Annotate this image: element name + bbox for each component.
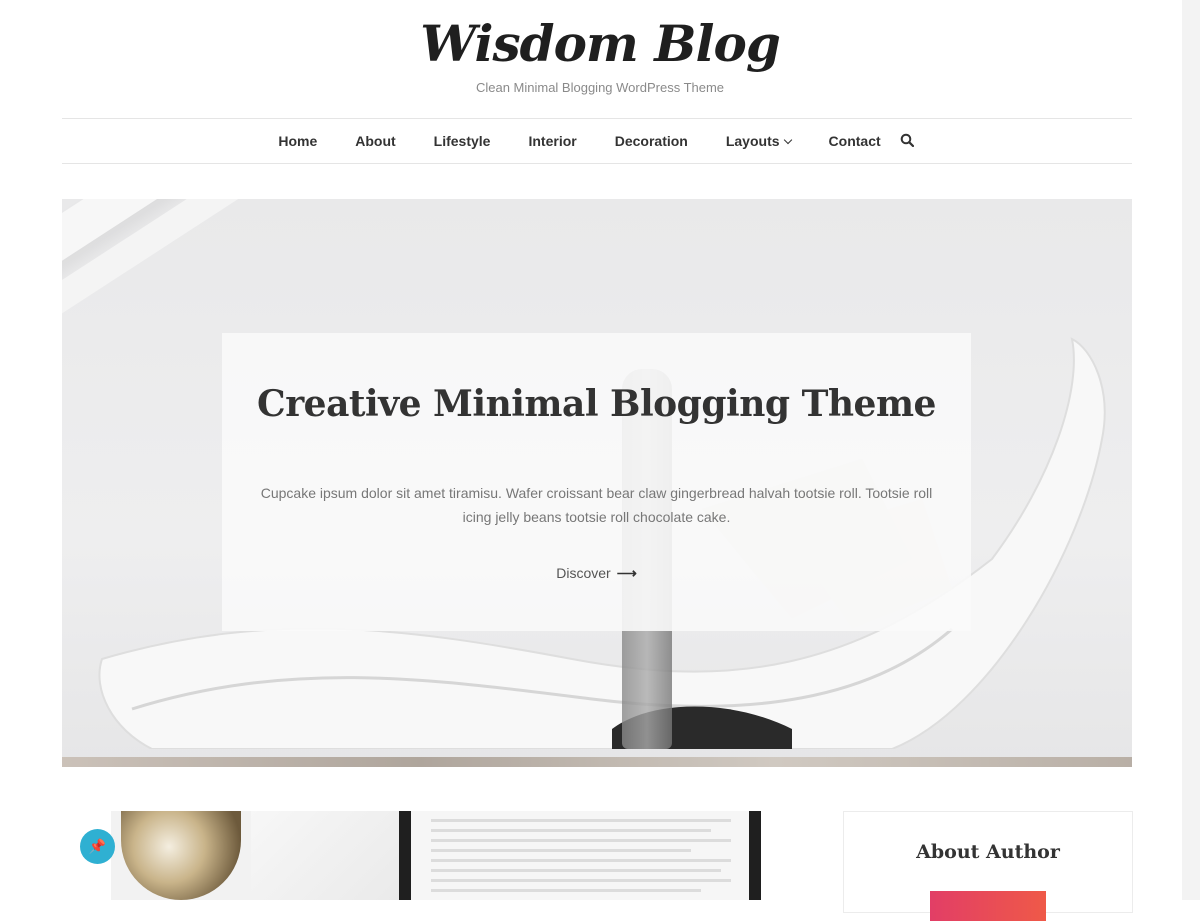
hero-floor-rug	[62, 757, 1132, 767]
nav-item-decoration[interactable]: Decoration	[615, 133, 688, 149]
post-image-gold-vase	[121, 811, 241, 900]
about-author-widget: About Author	[843, 811, 1133, 921]
arrow-right-icon: ⟶	[616, 565, 637, 581]
hero-caption-panel: Creative Minimal Blogging Theme Cupcake …	[222, 333, 971, 631]
sticky-post-badge[interactable]: 📌	[80, 829, 115, 864]
search-icon	[900, 133, 914, 147]
widget-title: About Author	[916, 841, 1060, 863]
discover-label: Discover	[556, 565, 611, 581]
nav-item-lifestyle[interactable]: Lifestyle	[434, 133, 491, 149]
chevron-down-icon	[783, 135, 792, 145]
post-image-screen	[411, 811, 749, 900]
featured-post-image[interactable]	[111, 811, 761, 900]
nav-item-layouts-label: Layouts	[725, 133, 780, 149]
nav-item-about[interactable]: About	[355, 133, 395, 149]
nav-item-contact[interactable]: Contact	[829, 133, 881, 149]
hero-description: Cupcake ipsum dolor sit amet tiramisu. W…	[260, 485, 933, 525]
nav-item-home[interactable]: Home	[278, 133, 317, 149]
hero-banner: Creative Minimal Blogging Theme Cupcake …	[62, 199, 1132, 767]
search-button[interactable]	[900, 133, 916, 149]
page-right-edge	[1182, 0, 1200, 900]
main-navigation: Home About Lifestyle Interior Decoration…	[62, 118, 1132, 164]
author-image	[930, 891, 1046, 921]
discover-link[interactable]: Discover ⟶	[222, 565, 971, 582]
nav-item-interior[interactable]: Interior	[528, 133, 576, 149]
site-logo[interactable]: Wisdom Blog	[0, 14, 1200, 73]
hero-title: Creative Minimal Blogging Theme	[257, 383, 936, 425]
nav-item-layouts[interactable]: Layouts	[725, 133, 792, 149]
pin-icon: 📌	[88, 838, 107, 854]
post-image-marble	[251, 811, 401, 900]
post-image-monitor	[399, 811, 761, 900]
site-tagline: Clean Minimal Blogging WordPress Theme	[475, 80, 725, 95]
